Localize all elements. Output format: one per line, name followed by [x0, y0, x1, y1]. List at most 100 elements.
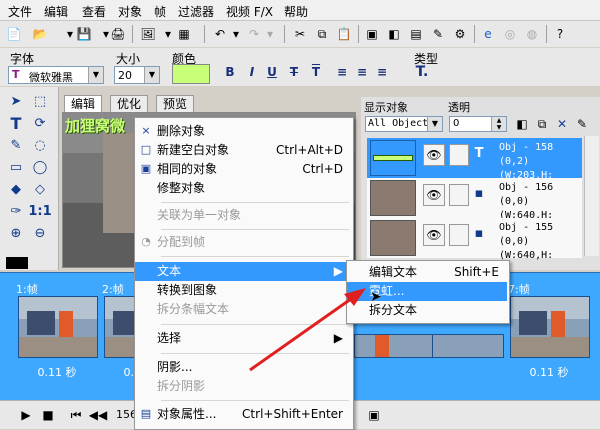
lock-toggle[interactable]	[449, 184, 469, 206]
web-icon[interactable]: ◎	[502, 26, 518, 42]
new-file-icon[interactable]: 📄	[6, 26, 22, 42]
visibility-eye-icon[interactable]: 👁	[423, 144, 445, 166]
zoom-in-icon[interactable]: ⊕	[6, 223, 26, 243]
lasso-icon[interactable]: ◌	[30, 135, 50, 155]
align-right-icon[interactable]: ≡	[374, 64, 390, 80]
strikethrough-button[interactable]: T	[286, 64, 302, 80]
object-name: Obj - 158	[499, 142, 554, 153]
help-pointer-icon[interactable]: ?	[552, 26, 568, 42]
menu-view[interactable]: 查看	[82, 3, 106, 20]
eraser-icon[interactable]: ◇	[30, 179, 50, 199]
object-row[interactable]: 👁 ▪ Obj - 156 (0,0)(W:640,H:	[367, 178, 582, 221]
frame-delay[interactable]: 0.11 秒	[14, 364, 100, 380]
first-frame-icon[interactable]: ⏮	[68, 407, 84, 423]
lock-toggle[interactable]	[449, 144, 469, 166]
menu-item-assign-to-frame[interactable]: ◔ 分配到帧	[135, 233, 351, 252]
menu-item-duplicate-object[interactable]: ▣ 相同的对象 Ctrl+D	[135, 160, 351, 179]
object-row[interactable]: 👁 T Obj - 158 (0,2)(W:203,H:	[367, 138, 582, 181]
eyedropper-icon[interactable]: ✑	[6, 201, 26, 221]
overline-button[interactable]: T	[308, 64, 324, 80]
object-list-scrollbar[interactable]	[584, 136, 599, 256]
stepper-arrows-icon[interactable]: ▲ ▼	[491, 117, 506, 131]
submenu-item-edit-text[interactable]: 编辑文本 Shift+E	[347, 263, 507, 282]
frame-delay[interactable]: 0.11 秒	[506, 364, 592, 380]
menu-file[interactable]: 文件	[8, 3, 32, 20]
align-center-icon[interactable]: ≡	[354, 64, 370, 80]
menu-help[interactable]: 帮助	[284, 3, 308, 20]
dropdown-arrow-icon[interactable]: ▾	[228, 26, 244, 42]
menu-object[interactable]: 对象	[118, 3, 142, 20]
object-row[interactable]: 👁 ▪ Obj - 155 (0,0)(W:640,H:	[367, 218, 582, 261]
menu-item-split-shadow[interactable]: 拆分阴影	[135, 377, 351, 396]
italic-button[interactable]: I	[244, 64, 260, 80]
visibility-eye-icon[interactable]: 👁	[423, 224, 445, 246]
underline-button[interactable]: U	[264, 64, 280, 80]
dropdown-arrow-icon[interactable]: ▾	[160, 26, 176, 42]
text-tool-icon[interactable]: T	[6, 113, 26, 133]
chevron-down-icon[interactable]: ▼	[88, 67, 103, 83]
transparency-stepper[interactable]: 0 ▲ ▼	[449, 116, 507, 132]
add-frame-icon[interactable]: ▦	[176, 26, 192, 42]
size-select[interactable]: 20 ▼	[114, 66, 160, 84]
preview-icon[interactable]: 🖨	[110, 26, 126, 42]
play-icon[interactable]: ▶	[18, 407, 34, 423]
properties-icon[interactable]: ◧	[386, 26, 402, 42]
tab-optimize[interactable]: 优化	[110, 95, 149, 112]
menu-item-delete-object[interactable]: × 删除对象	[135, 122, 351, 141]
tab-preview[interactable]: 预览	[156, 95, 195, 112]
color-swatch[interactable]	[172, 64, 210, 84]
prev-frame-icon[interactable]: ◀◀	[89, 407, 107, 423]
menu-frame[interactable]: 帧	[154, 3, 166, 20]
lock-toggle[interactable]	[449, 224, 469, 246]
menu-edit[interactable]: 编辑	[44, 3, 68, 20]
wizard-icon[interactable]: ✎	[430, 26, 446, 42]
frame-thumbnail[interactable]: 7:帧 0.11 秒	[506, 280, 592, 384]
menu-item-new-blank-object[interactable]: □ 新建空白对象 Ctrl+Alt+D	[135, 141, 351, 160]
frame-thumbnail[interactable]: 1:帧 0.11 秒	[14, 280, 100, 384]
paste-icon[interactable]: 📋	[336, 26, 352, 42]
visibility-eye-icon[interactable]: 👁	[423, 184, 445, 206]
object-tool-icon[interactable]: ◧	[514, 116, 530, 132]
brush-icon[interactable]: ✎	[6, 135, 26, 155]
fill-bucket-icon[interactable]: ◆	[6, 179, 26, 199]
tab-edit[interactable]: 编辑	[64, 95, 103, 112]
bold-button[interactable]: B	[222, 64, 238, 80]
object-filter-select[interactable]: All Object: ▼	[365, 116, 443, 132]
globe-icon[interactable]: ◍	[524, 26, 540, 42]
save-icon[interactable]: 💾	[76, 26, 92, 42]
save-frame-icon[interactable]: ▣	[366, 407, 382, 423]
foreground-color-swatch[interactable]	[6, 257, 28, 269]
rotate-icon[interactable]: ⟳	[30, 113, 50, 133]
font-select[interactable]: T 微软雅黑 ▼	[8, 66, 104, 84]
text-type-button[interactable]: T.	[414, 64, 430, 80]
zoom-out-icon[interactable]: ⊖	[30, 223, 50, 243]
menu-item-link-single-object[interactable]: 关联为单一对象	[135, 206, 351, 225]
actual-size-icon[interactable]: 1:1	[28, 201, 51, 221]
redo-icon[interactable]: ↷	[246, 26, 262, 42]
rectangle-icon[interactable]: ▭	[6, 157, 26, 177]
chevron-down-icon[interactable]: ▼	[144, 67, 159, 83]
pointer-icon[interactable]: ➤	[6, 91, 26, 111]
copy-icon[interactable]: ⧉	[314, 26, 330, 42]
menu-item-trim-object[interactable]: 修整对象	[135, 179, 351, 198]
object-edit-icon[interactable]: ✎	[574, 116, 590, 132]
import-icon[interactable]: 🖼	[140, 26, 156, 42]
ellipse-icon[interactable]: ◯	[30, 157, 50, 177]
dropdown-arrow-icon[interactable]: ▾	[262, 26, 278, 42]
object-copy-icon[interactable]: ⧉	[534, 116, 550, 132]
undo-icon[interactable]: ↶	[212, 26, 228, 42]
object-delete-icon[interactable]: ✕	[554, 116, 570, 132]
grid-icon[interactable]: ▤	[408, 26, 424, 42]
open-folder-icon[interactable]: 📂	[32, 26, 48, 42]
stop-icon[interactable]: ■	[40, 407, 56, 423]
browser-icon[interactable]: e	[480, 26, 496, 42]
align-left-icon[interactable]: ≡	[334, 64, 350, 80]
cut-icon[interactable]: ✂	[292, 26, 308, 42]
chevron-down-icon[interactable]: ▼	[427, 117, 442, 131]
select-rect-icon[interactable]: ⬚	[30, 91, 50, 111]
settings-icon[interactable]: ⚙	[452, 26, 468, 42]
menu-filter[interactable]: 过滤器	[178, 3, 214, 20]
frame-icon[interactable]: ▣	[364, 26, 380, 42]
menu-video-fx[interactable]: 视频 F/X	[226, 3, 273, 20]
menu-item-object-properties[interactable]: ▤ 对象属性... Ctrl+Shift+Enter	[135, 405, 351, 424]
